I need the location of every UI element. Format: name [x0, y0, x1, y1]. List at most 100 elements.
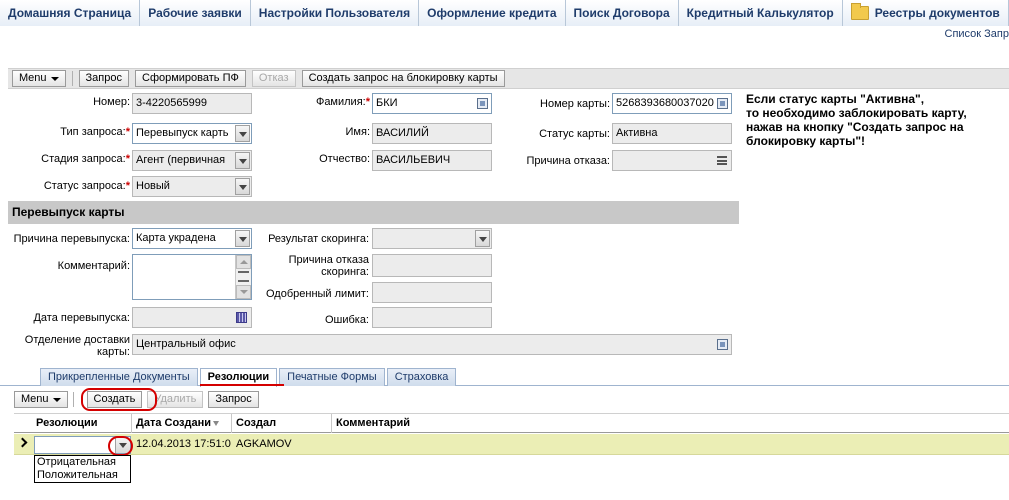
- menu-label: Menu: [21, 393, 49, 405]
- calendar-icon[interactable]: [236, 312, 247, 323]
- nav-tab-credit-issue[interactable]: Оформление кредита: [419, 0, 566, 26]
- approved-limit-label: Одобренный лимит:: [265, 288, 369, 300]
- column-header-created-by[interactable]: Создал: [232, 414, 332, 433]
- block-card-note: Если статус карты "Активна", то необходи…: [746, 92, 967, 148]
- column-header-comment[interactable]: Комментарий: [332, 414, 1009, 433]
- scroll-down-icon[interactable]: [236, 285, 251, 299]
- tab-print-forms[interactable]: Печатные Формы: [279, 368, 385, 386]
- toolbar-separator: [71, 71, 73, 86]
- list-icon[interactable]: [717, 156, 727, 165]
- expand-icon[interactable]: [238, 271, 249, 282]
- request-type-value: Перевыпуск карть: [136, 127, 229, 139]
- cell-comment: [334, 434, 1004, 454]
- folder-icon: [850, 3, 869, 20]
- generate-pf-button[interactable]: Сформировать ПФ: [135, 70, 246, 87]
- chevron-down-icon: [52, 397, 61, 402]
- number-label: Номер:: [93, 96, 130, 108]
- scoring-result-select[interactable]: [372, 228, 492, 249]
- column-header-created-date[interactable]: Дата Создани: [132, 414, 232, 433]
- form-toolbar: Menu Запрос Сформировать ПФ Отказ Создат…: [8, 68, 1009, 89]
- scoring-reject-reason-label: Причина отказа скоринга:: [288, 254, 369, 278]
- reject-reason-label: Причина отказа:: [526, 155, 610, 167]
- reissue-date-field[interactable]: [132, 307, 252, 328]
- column-header-label: Дата Создани: [136, 417, 212, 429]
- nav-tab-work-requests[interactable]: Рабочие заявки: [140, 0, 251, 26]
- picker-icon[interactable]: [717, 339, 728, 350]
- delivery-office-value: Центральный офис: [136, 338, 236, 350]
- name-label: Имя:: [345, 126, 370, 138]
- annotation-oval: [81, 388, 157, 411]
- request-status-select[interactable]: Новый: [132, 176, 252, 197]
- reissue-date-label: Дата перевыпуска:: [33, 312, 130, 324]
- reissue-reason-label: Причина перевыпуска:: [13, 233, 130, 245]
- dropdown-arrow-icon[interactable]: [475, 230, 490, 247]
- dropdown-arrow-icon[interactable]: [235, 125, 250, 142]
- request-status-value: Новый: [136, 180, 170, 192]
- comment-scrollbar[interactable]: [235, 255, 251, 299]
- delivery-office-label: Отделение доставки карты:: [24, 334, 130, 358]
- reject-reason-field[interactable]: [612, 150, 732, 171]
- option-negative[interactable]: Отрицательная: [35, 456, 130, 469]
- column-header-resolutions[interactable]: Резолюции: [32, 414, 132, 433]
- nav-tab-document-registers[interactable]: Реестры документов: [842, 0, 1009, 26]
- nav-tab-label: Реестры документов: [874, 6, 1000, 20]
- nav-tab-label: Оформление кредита: [427, 6, 557, 20]
- option-positive[interactable]: Положительная: [35, 469, 130, 482]
- row-selector-icon: [19, 439, 26, 448]
- approved-limit-field: [372, 282, 492, 303]
- sort-icon: [213, 420, 220, 426]
- request-type-select[interactable]: Перевыпуск карть: [132, 123, 252, 144]
- nav-tab-label: Рабочие заявки: [148, 6, 242, 20]
- surname-field[interactable]: БКИ: [372, 93, 492, 114]
- nav-tab-label: Домашняя Страница: [8, 6, 132, 20]
- menu-button[interactable]: Menu: [12, 70, 66, 87]
- reissue-reason-value: Карта украдена: [136, 232, 216, 244]
- nav-tab-label: Поиск Договора: [573, 6, 670, 20]
- reject-button[interactable]: Отказ: [251, 70, 296, 87]
- resolution-combo-value: [35, 435, 37, 455]
- card-number-value: 5268393680037020: [616, 97, 714, 109]
- resolutions-menu-button[interactable]: Menu: [14, 391, 68, 408]
- comment-label: Комментарий:: [57, 260, 130, 272]
- cell-created-date: 12.04.2013 17:51:0: [136, 438, 231, 450]
- card-number-label: Номер карты:: [540, 98, 610, 110]
- nav-tab-user-settings[interactable]: Настройки Пользователя: [250, 0, 420, 26]
- request-stage-select[interactable]: Агент (первичная: [132, 150, 252, 171]
- dropdown-arrow-icon[interactable]: [235, 230, 250, 247]
- request-button[interactable]: Запрос: [78, 70, 129, 87]
- request-type-label: Тип запроса:*: [60, 126, 130, 138]
- annotation-underline: [200, 384, 284, 386]
- request-stage-label: Стадия запроса:*: [41, 153, 130, 165]
- picker-icon[interactable]: [717, 98, 728, 109]
- nav-tab-label: Кредитный Калькулятор: [686, 6, 834, 20]
- tab-attached-documents[interactable]: Прикрепленные Документы: [40, 368, 198, 386]
- resolutions-request-button[interactable]: Запрос: [208, 391, 259, 408]
- reissue-reason-select[interactable]: Карта украдена: [132, 228, 252, 249]
- create-block-request-button[interactable]: Создать запрос на блокировку карты: [301, 70, 505, 87]
- scroll-up-icon[interactable]: [236, 255, 251, 269]
- dropdown-arrow-icon[interactable]: [235, 152, 250, 169]
- resolution-dropdown-list: Отрицательная Положительная: [34, 455, 131, 483]
- top-navigation: Домашняя Страница Рабочие заявки Настрой…: [0, 0, 1009, 26]
- comment-textarea[interactable]: [132, 254, 252, 300]
- scoring-result-label: Результат скоринга:: [268, 233, 369, 245]
- card-number-field[interactable]: 5268393680037020: [612, 93, 732, 114]
- patronymic-field: ВАСИЛЬЕВИЧ: [372, 150, 492, 171]
- table-row[interactable]: 12.04.2013 17:51:0 AGKAMOV: [14, 434, 1009, 455]
- nav-tab-contract-search[interactable]: Поиск Договора: [565, 0, 679, 26]
- resolutions-toolbar: Menu Создать Удалить Запрос: [14, 390, 1009, 409]
- surname-value: БКИ: [376, 97, 398, 109]
- delivery-office-field[interactable]: Центральный офис: [132, 334, 732, 355]
- request-list-link[interactable]: Список Запр: [945, 28, 1009, 40]
- nav-tab-home[interactable]: Домашняя Страница: [0, 0, 141, 26]
- dropdown-arrow-icon[interactable]: [235, 178, 250, 195]
- picker-icon[interactable]: [477, 98, 488, 109]
- scoring-reject-reason-field: [372, 254, 492, 277]
- nav-tab-credit-calculator[interactable]: Кредитный Калькулятор: [678, 0, 843, 26]
- card-status-field: Активна: [612, 123, 732, 144]
- request-status-label: Статус запроса:*: [43, 180, 130, 192]
- chevron-down-icon: [50, 76, 59, 81]
- tab-insurance[interactable]: Страховка: [386, 368, 457, 386]
- error-label: Ошибка:: [324, 314, 369, 326]
- toolbar-separator: [72, 392, 74, 407]
